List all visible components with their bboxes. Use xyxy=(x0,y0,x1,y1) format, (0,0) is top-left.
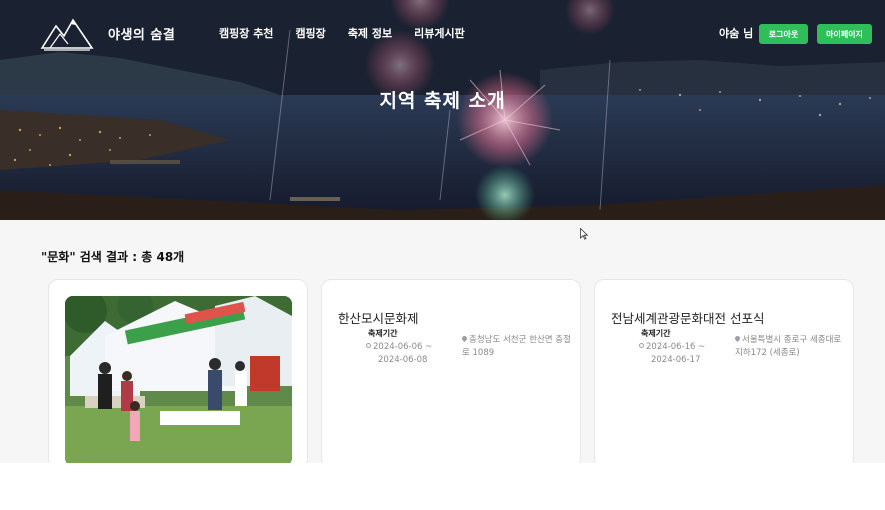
festival-period-label: 축제기간 xyxy=(368,329,398,338)
clock-icon xyxy=(639,343,644,348)
festival-title[interactable]: 전남세계관광문화대전 선포식 xyxy=(611,308,764,327)
festival-address-text: 서울특별시 종로구 세종대로 지하172 (세종로) xyxy=(735,335,842,358)
logout-button[interactable]: 로그아웃 xyxy=(759,24,808,44)
festival-start-date: 2024-06-16 ~ xyxy=(646,342,706,352)
location-pin-icon xyxy=(460,334,469,343)
festival-card[interactable]: 전남세계관광문화대전 선포식 축제기간 2024-06-16 ~ 2024-06… xyxy=(594,279,854,469)
brand-name[interactable]: 야생의 숨결 xyxy=(108,24,175,43)
festival-address: 서울특별시 종로구 세종대로 지하172 (세종로) xyxy=(733,334,845,360)
mypage-button[interactable]: 마이페이지 xyxy=(817,24,872,44)
festival-tent-image xyxy=(65,296,292,466)
festival-start-date: 2024-06-06 ~ xyxy=(373,342,433,352)
festival-photo[interactable] xyxy=(65,296,292,466)
main-menu: 캠핑장 추천 캠핑장 축제 정보 리뷰게시판 xyxy=(219,25,487,41)
festival-address: 충청남도 서천군 한산면 충절로 1089 xyxy=(460,334,572,360)
festival-title[interactable]: 한산모시문화제 xyxy=(338,308,419,327)
festival-period-dates: 2024-06-16 ~ 2024-06-17 xyxy=(639,341,705,367)
search-result-count: "문화" 검색 결과 : 총 48개 xyxy=(41,250,185,264)
mountain-logo-icon[interactable] xyxy=(40,14,94,52)
top-navigation: 야생의 숨결 캠핑장 추천 캠핑장 축제 정보 리뷰게시판 야숨 님 로그아웃 … xyxy=(0,0,885,66)
location-pin-icon xyxy=(733,334,742,343)
page-footer-area xyxy=(0,463,885,510)
clock-icon xyxy=(366,343,371,348)
festival-results-section: "문화" 검색 결과 : 총 48개 한산모시문화제 축제기간 2024-06-… xyxy=(0,220,885,469)
mouse-pointer-icon xyxy=(580,228,588,240)
festival-card[interactable] xyxy=(48,279,308,469)
festival-address-text: 충청남도 서천군 한산면 충절로 1089 xyxy=(462,335,571,358)
festival-end-date: 2024-06-17 xyxy=(651,355,701,365)
festival-end-date: 2024-06-08 xyxy=(378,355,428,365)
page-title: 지역 축제 소개 xyxy=(379,90,506,112)
festival-card[interactable]: 한산모시문화제 축제기간 2024-06-06 ~ 2024-06-08 충청남… xyxy=(321,279,581,469)
festival-period-dates: 2024-06-06 ~ 2024-06-08 xyxy=(366,341,432,367)
user-greeting: 야숨 님 xyxy=(719,27,754,40)
festival-period-label: 축제기간 xyxy=(641,329,671,338)
menu-item-camping-recommend[interactable]: 캠핑장 추천 xyxy=(219,25,273,41)
menu-item-campsites[interactable]: 캠핑장 xyxy=(295,25,325,41)
menu-item-festival-info[interactable]: 축제 정보 xyxy=(348,25,392,41)
menu-item-review-board[interactable]: 리뷰게시판 xyxy=(414,25,465,41)
